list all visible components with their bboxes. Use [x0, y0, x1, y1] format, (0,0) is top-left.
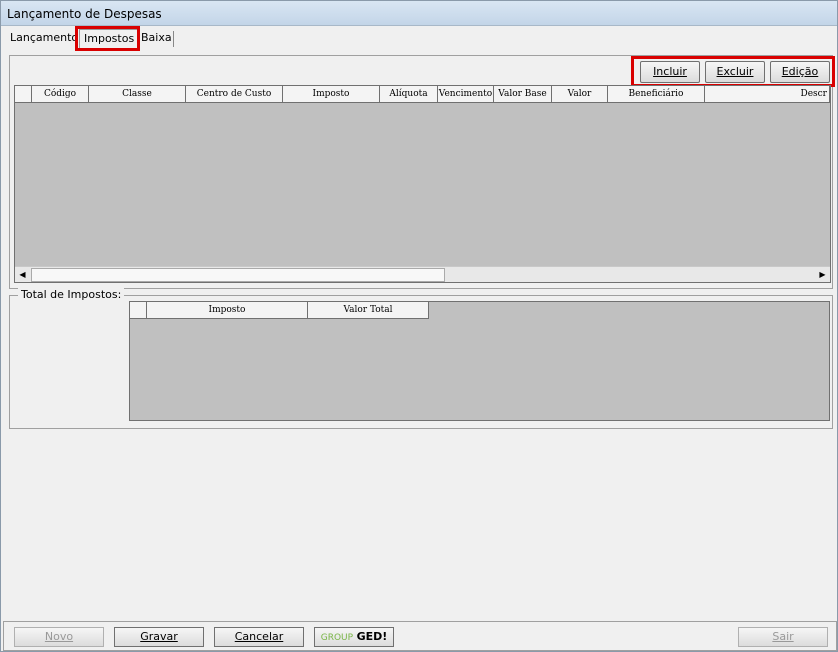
tab-separator	[173, 31, 174, 47]
ged-brand-label: GED!	[356, 630, 388, 643]
ged-group-label: GROUP	[320, 633, 354, 643]
col-valor[interactable]: Valor	[552, 86, 608, 102]
tab-lancamento[interactable]: Lançamento	[6, 29, 82, 47]
col-aliquota[interactable]: Alíquota	[380, 86, 438, 102]
col-classe[interactable]: Classe	[89, 86, 186, 102]
totals-grid-header: Imposto Valor Total	[130, 302, 429, 319]
sair-label: Sair	[772, 630, 794, 643]
footer-bar: Novo Gravar Cancelar GROUP GED! Sair	[3, 621, 837, 651]
title-bar: Lançamento de Despesas	[1, 1, 837, 26]
toolbar-highlight-box	[631, 56, 835, 87]
col-imposto[interactable]: Imposto	[283, 86, 380, 102]
totals-col-imposto[interactable]: Imposto	[147, 302, 308, 318]
totals-grid[interactable]: Imposto Valor Total	[129, 301, 830, 421]
gravar-label: Gravar	[140, 630, 178, 643]
col-descricao[interactable]: Descr	[705, 86, 830, 102]
gravar-button[interactable]: Gravar	[114, 627, 204, 647]
cancelar-button[interactable]: Cancelar	[214, 627, 304, 647]
totals-col-valor-total[interactable]: Valor Total	[308, 302, 429, 318]
tab-baixa[interactable]: Baixa	[137, 29, 176, 47]
col-centro-custo[interactable]: Centro de Custo	[186, 86, 283, 102]
scroll-right-icon[interactable]: ▶	[815, 267, 830, 282]
totals-header-selector[interactable]	[130, 302, 147, 318]
grid-header: Código Classe Centro de Custo Imposto Al…	[15, 86, 830, 103]
impostos-grid[interactable]: Código Classe Centro de Custo Imposto Al…	[14, 85, 831, 283]
tab-highlight-box	[75, 26, 140, 51]
novo-label: Novo	[44, 630, 74, 643]
col-beneficiario[interactable]: Beneficiário	[608, 86, 705, 102]
col-vencimento[interactable]: Vencimento	[438, 86, 494, 102]
cancelar-label: Cancelar	[234, 630, 284, 643]
sair-button[interactable]: Sair	[738, 627, 828, 647]
col-codigo[interactable]: Código	[32, 86, 89, 102]
total-impostos-label: Total de Impostos:	[18, 288, 125, 301]
ged-button[interactable]: GROUP GED!	[314, 627, 394, 647]
scroll-thumb[interactable]	[31, 268, 445, 282]
col-valor-base[interactable]: Valor Base	[494, 86, 552, 102]
scroll-left-icon[interactable]: ◀	[15, 267, 30, 282]
novo-button[interactable]: Novo	[14, 627, 104, 647]
horizontal-scrollbar[interactable]: ◀ ▶	[15, 266, 830, 282]
main-window: Lançamento de Despesas Lançamento Impost…	[0, 0, 838, 652]
grid-header-selector[interactable]	[15, 86, 32, 102]
window-title: Lançamento de Despesas	[7, 7, 162, 21]
